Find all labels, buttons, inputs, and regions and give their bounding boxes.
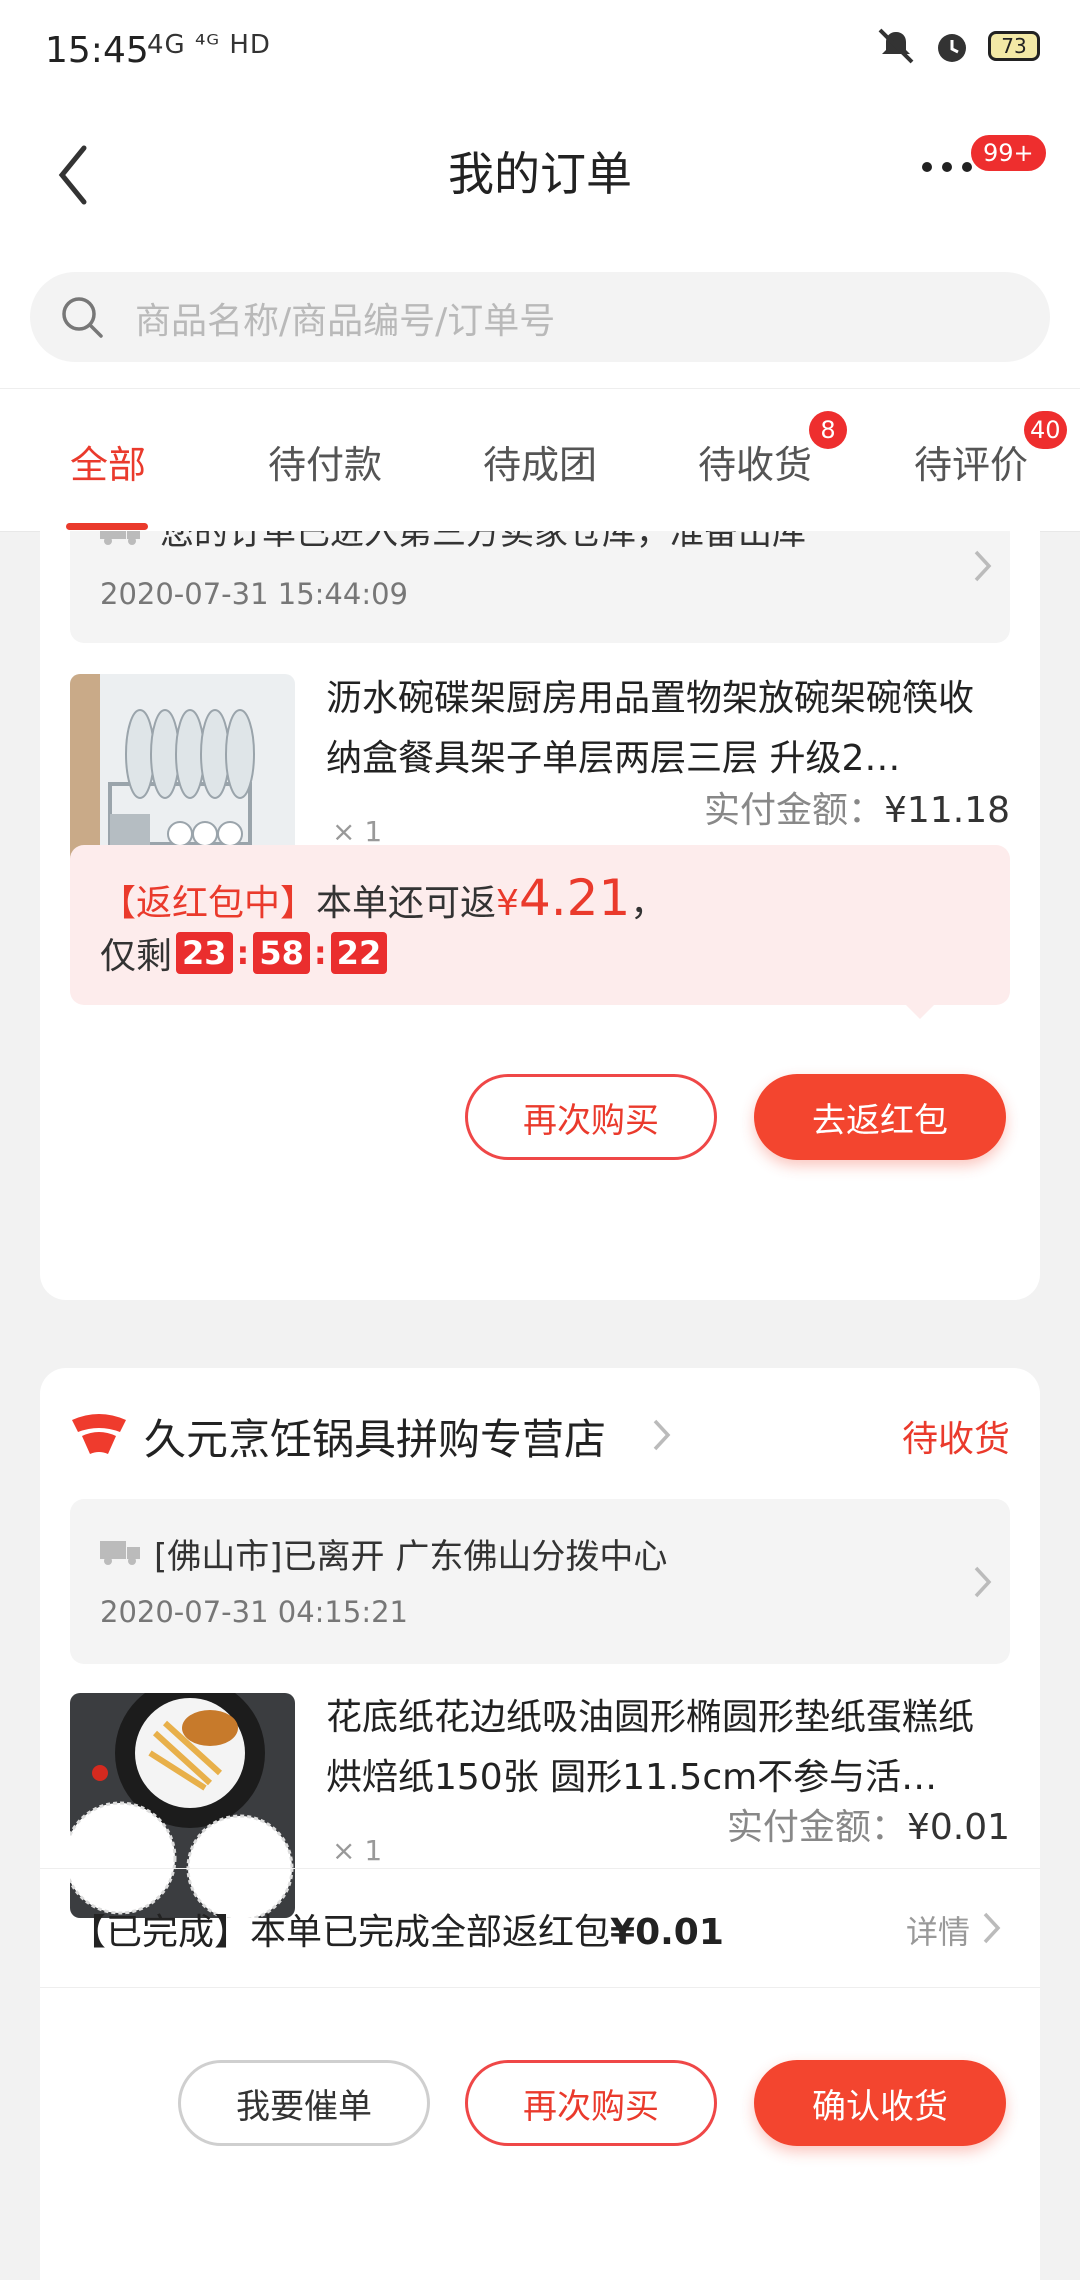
logistics-text: 您的订单已进入第三方卖家仓库，准备出库 [160, 531, 806, 553]
countdown-minutes: 58 [253, 932, 310, 974]
tab-pending-review[interactable]: 待评价 [914, 434, 1028, 489]
banner-pointer [906, 1005, 934, 1019]
redpack-amount: 4.21 [518, 869, 631, 927]
message-badge: 99+ [968, 132, 1049, 174]
confirm-receipt-button[interactable]: 确认收货 [754, 2060, 1006, 2146]
product-quantity: × 1 [332, 1834, 383, 1867]
tab-all[interactable]: 全部 [70, 434, 146, 489]
paid-amount: 实付金额：¥11.18 [704, 781, 1010, 833]
redpack-complete-text: 【已完成】本单已完成全部返红包¥0.01 [70, 1903, 724, 1955]
paid-label: 实付金额： [704, 790, 885, 831]
page-title: 我的订单 [448, 147, 632, 201]
redpack-suffix: ， [630, 883, 667, 924]
more-button[interactable] [922, 162, 972, 172]
search-placeholder: 商品名称/商品编号/订单号 [135, 301, 556, 342]
network-indicator: 4G ⁴ᴳ HD [147, 30, 271, 60]
logistics-info[interactable]: 您的订单已进入第三方卖家仓库，准备出库 2020-07-31 15:44:09 [70, 531, 1010, 643]
product-quantity: × 1 [332, 815, 383, 848]
countdown-hours: 23 [176, 932, 233, 974]
redpack-line: 【返红包中】本单还可返¥4.21， [100, 869, 666, 927]
tab-pending-payment[interactable]: 待付款 [268, 434, 382, 489]
search-icon [62, 297, 103, 338]
redpack-tag: 【返红包中】 [100, 883, 317, 924]
logistics-time: 2020-07-31 15:44:09 [100, 577, 408, 611]
alarm-icon [938, 34, 966, 62]
chevron-right-icon [653, 1419, 671, 1451]
order-status: 待收货 [901, 1419, 1010, 1460]
search-bar: 商品名称/商品编号/订单号 [0, 260, 1080, 388]
chevron-right-icon [974, 1566, 992, 1598]
nav-bar: 我的订单 99+ [0, 110, 1080, 260]
tab-active-indicator [66, 523, 148, 530]
order-card: 久元烹饪锅具拼购专营店 待收货 [佛山市]已离开 广东佛山分拨中心 2020-0… [40, 1368, 1040, 2280]
redpack-currency: ¥ [496, 883, 519, 924]
product-title[interactable]: 花底纸花边纸吸油圆形椭圆形垫纸蛋糕纸烘焙纸150张 圆形11.5cm不参与活… [326, 1688, 1006, 1808]
product-title[interactable]: 沥水碗碟架厨房用品置物架放碗架碗筷收纳盒餐具架子单层两层三层 升级2… [326, 669, 1006, 789]
done-amount: ¥0.01 [610, 1912, 724, 1953]
more-icon [922, 162, 972, 172]
countdown-label: 仅剩 [100, 936, 173, 977]
store-name[interactable]: 久元烹饪锅具拼购专营店 [144, 1406, 606, 1467]
redpack-complete-row[interactable]: 【已完成】本单已完成全部返红包¥0.01 详情 [40, 1868, 1040, 1988]
mute-icon [878, 28, 914, 64]
status-bar: 15:45 4G ⁴ᴳ HD 73 [0, 0, 1080, 110]
logistics-time: 2020-07-31 04:15:21 [100, 1595, 408, 1629]
paid-value: ¥11.18 [884, 790, 1010, 831]
tab-badge-receipt: 8 [809, 411, 847, 449]
order-card: 您的订单已进入第三方卖家仓库，准备出库 2020-07-31 15:44:09 … [40, 531, 1040, 1300]
urge-order-button[interactable]: 我要催单 [178, 2060, 430, 2146]
detail-link[interactable]: 详情 [906, 1907, 970, 1953]
countdown-seconds: 22 [330, 932, 388, 974]
chevron-right-icon [983, 1912, 1001, 1944]
done-tag: 【已完成】 [70, 1912, 251, 1953]
paid-value: ¥0.01 [906, 1807, 1010, 1848]
truck-icon [100, 1541, 140, 1565]
tab-pending-group[interactable]: 待成团 [483, 434, 597, 489]
logistics-text: [佛山市]已离开 广东佛山分拨中心 [154, 1537, 668, 1577]
order-tabs: 全部 待付款 待成团 待收货 8 待评价 40 [0, 388, 1080, 532]
redpack-banner: 【返红包中】本单还可返¥4.21， 仅剩 23 : 58 : 22 [70, 845, 1010, 1019]
store-logo-icon [72, 1414, 126, 1454]
order-list[interactable]: 您的订单已进入第三方卖家仓库，准备出库 2020-07-31 15:44:09 … [0, 531, 1080, 2280]
paid-amount: 实付金额：¥0.01 [727, 1798, 1010, 1850]
chevron-right-icon [974, 550, 992, 582]
logistics-info[interactable]: [佛山市]已离开 广东佛山分拨中心 2020-07-31 04:15:21 [70, 1499, 1010, 1664]
redpack-text: 本单还可返 [316, 883, 497, 924]
tab-badge-review: 40 [1024, 411, 1067, 449]
paid-label: 实付金额： [726, 1807, 907, 1848]
rebuy-button[interactable]: 再次购买 [465, 2060, 717, 2146]
status-time: 15:45 [45, 30, 149, 71]
get-redpack-button[interactable]: 去返红包 [754, 1074, 1006, 1160]
battery-indicator: 73 [988, 31, 1040, 61]
tab-pending-receipt[interactable]: 待收货 [698, 434, 812, 489]
rebuy-button[interactable]: 再次购买 [465, 1074, 717, 1160]
truck-icon [100, 531, 140, 545]
search-input[interactable]: 商品名称/商品编号/订单号 [30, 272, 1050, 362]
done-text: 本单已完成全部返红包 [250, 1912, 611, 1953]
status-icons: 73 [876, 28, 1040, 64]
countdown: 仅剩 23 : 58 : 22 [100, 927, 388, 979]
